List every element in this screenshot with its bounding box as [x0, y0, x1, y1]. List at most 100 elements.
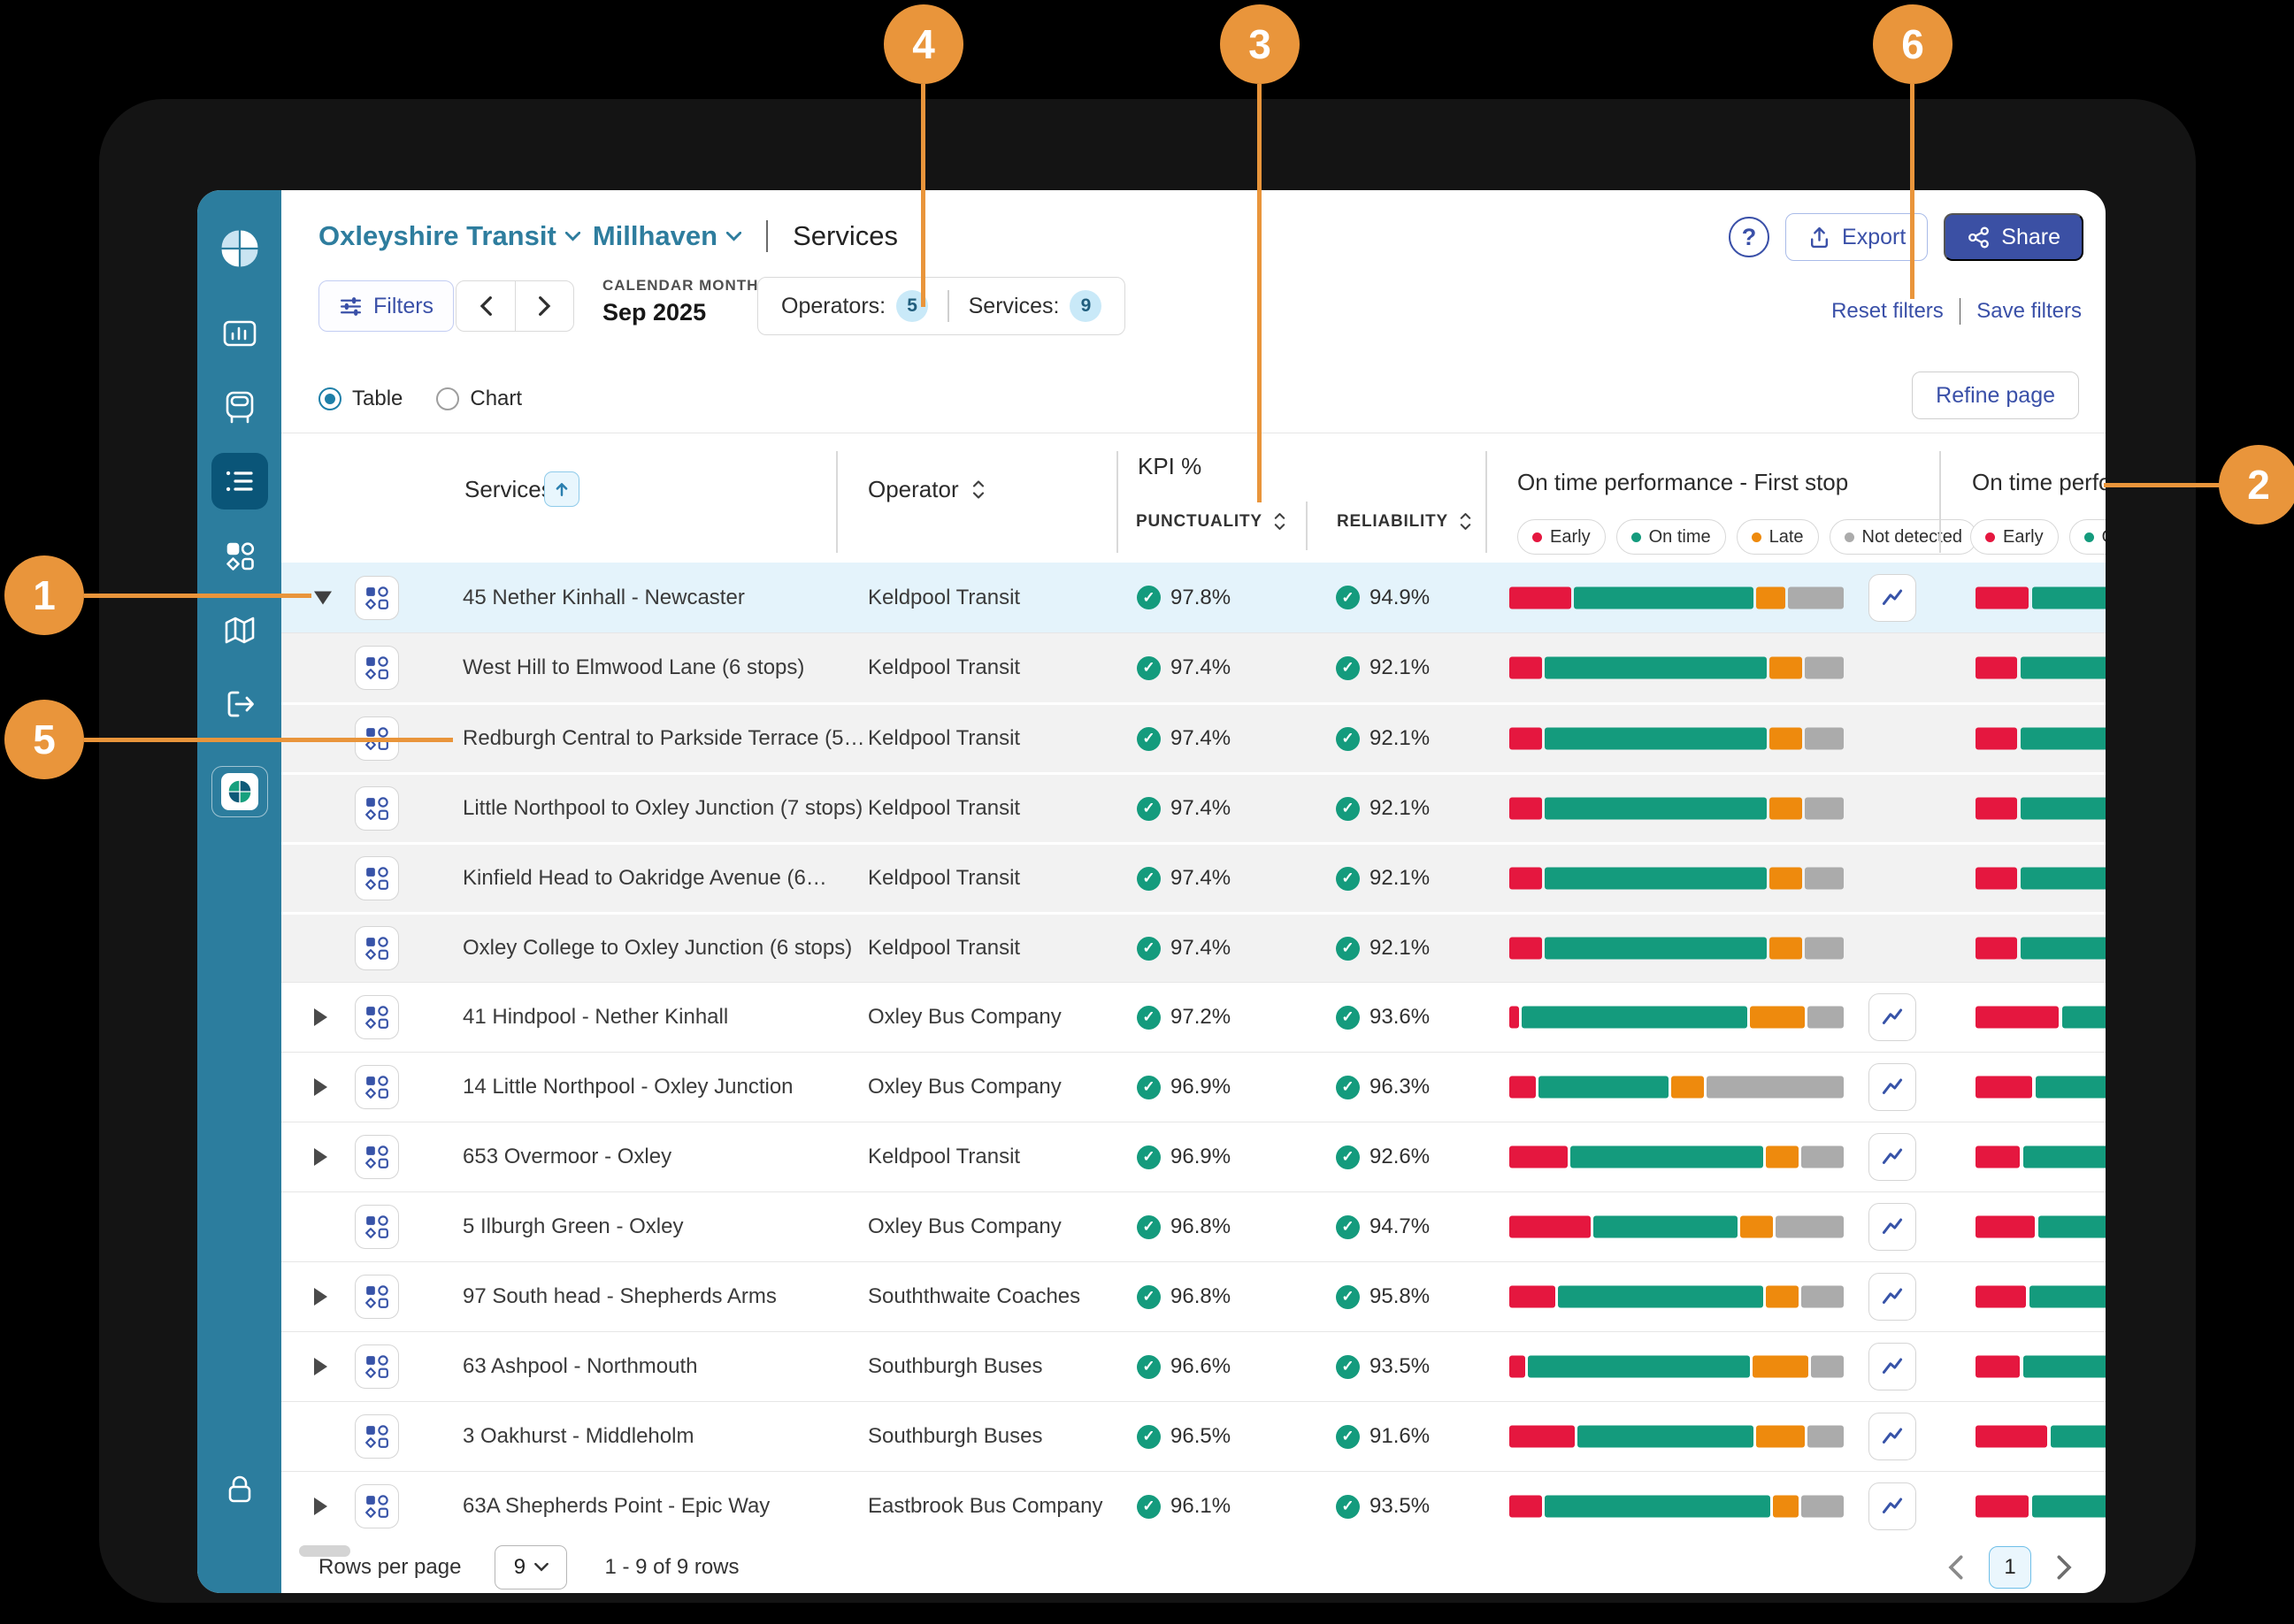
- previous-month-button[interactable]: [456, 281, 515, 331]
- bar-segment: [1769, 868, 1802, 890]
- bar-segment: [2062, 1007, 2106, 1029]
- column-header-punctuality[interactable]: PUNCTUALITY: [1136, 510, 1286, 532]
- sort-ascending-button[interactable]: [544, 471, 579, 507]
- expander-icon[interactable]: [314, 1008, 327, 1026]
- table-row[interactable]: 97 South head - Shepherds Arms Souththwa…: [281, 1261, 2106, 1331]
- sidebar-item-apps[interactable]: [220, 537, 259, 576]
- table-row[interactable]: 5 Ilburgh Green - Oxley Oxley Bus Compan…: [281, 1191, 2106, 1261]
- otp-first-stop-bar: [1509, 868, 1844, 890]
- bar-segment: [1509, 1007, 1519, 1029]
- expander-icon[interactable]: [314, 1498, 327, 1515]
- trend-button[interactable]: [1868, 574, 1916, 622]
- refine-page-button[interactable]: Refine page: [1912, 372, 2079, 419]
- bar-segment: [1807, 1007, 1844, 1029]
- region-selector[interactable]: Millhaven: [593, 220, 741, 252]
- export-button[interactable]: Export: [1785, 213, 1928, 261]
- bar-segment: [1769, 728, 1802, 750]
- check-icon: ✓: [1336, 1076, 1360, 1099]
- rows-per-page-select[interactable]: 9: [495, 1545, 567, 1590]
- table-row[interactable]: 45 Nether Kinhall - Newcaster Keldpool T…: [281, 563, 2106, 632]
- save-filters-link[interactable]: Save filters: [1976, 299, 2082, 324]
- table-row[interactable]: 63A Shepherds Point - Epic Way Eastbrook…: [281, 1471, 2106, 1541]
- bar-segment: [1509, 1496, 1542, 1518]
- check-icon: ✓: [1137, 937, 1161, 961]
- bar-segment: [1805, 868, 1844, 890]
- pagination: 1: [1946, 1546, 2074, 1589]
- previous-page-button[interactable]: [1946, 1554, 1964, 1581]
- operator-name: Keldpool Transit: [868, 1145, 1020, 1169]
- sidebar-item-services[interactable]: [211, 453, 268, 509]
- operator-name: Southburgh Buses: [868, 1354, 1042, 1379]
- sidebar-item-map[interactable]: [220, 611, 259, 650]
- share-label: Share: [2001, 225, 2060, 250]
- column-header-services[interactable]: Services: [464, 476, 553, 503]
- trend-button[interactable]: [1868, 1482, 1916, 1530]
- expander-icon[interactable]: [314, 1148, 327, 1166]
- filters-button[interactable]: Filters: [318, 280, 454, 332]
- sidebar-item-workspace[interactable]: [211, 766, 268, 817]
- bar-segment: [1773, 1496, 1799, 1518]
- trend-button[interactable]: [1868, 1273, 1916, 1321]
- sparkline-icon: [1878, 1283, 1907, 1311]
- column-header-operator[interactable]: Operator: [868, 476, 986, 503]
- check-icon: ✓: [1137, 656, 1161, 680]
- bar-segment: [1753, 1356, 1808, 1378]
- reset-filters-link[interactable]: Reset filters: [1831, 299, 1944, 324]
- next-month-button[interactable]: [515, 281, 573, 331]
- bar-segment: [1766, 1286, 1799, 1308]
- expander-icon[interactable]: [314, 591, 332, 604]
- expander-icon[interactable]: [314, 1288, 327, 1306]
- reliability-cell: ✓ 92.1%: [1336, 726, 1430, 751]
- punctuality-value: 97.8%: [1170, 586, 1231, 610]
- bar-segment: [1545, 728, 1767, 750]
- view-radio-chart[interactable]: Chart: [436, 387, 522, 411]
- reliability-value: 95.8%: [1369, 1284, 1430, 1309]
- table-row[interactable]: 41 Hindpool - Nether Kinhall Oxley Bus C…: [281, 982, 2106, 1052]
- table-row[interactable]: Redburgh Central to Parkside Terrace (5……: [281, 702, 2106, 772]
- operators-label: Operators:: [781, 294, 886, 319]
- page-number-button[interactable]: 1: [1989, 1546, 2031, 1589]
- chevron-down-icon: [726, 232, 741, 241]
- trend-button[interactable]: [1868, 993, 1916, 1041]
- punctuality-value: 97.4%: [1170, 866, 1231, 891]
- sidebar-item-vehicles[interactable]: [220, 387, 259, 426]
- sparkline-icon: [1878, 584, 1907, 612]
- table-row[interactable]: Kinfield Head to Oakridge Avenue (6… Kel…: [281, 842, 2106, 912]
- expander-icon[interactable]: [314, 1358, 327, 1375]
- bar-segment: [1509, 1146, 1568, 1168]
- table-row[interactable]: 653 Overmoor - Oxley Keldpool Transit ✓ …: [281, 1122, 2106, 1191]
- table-row[interactable]: Oxley College to Oxley Junction (6 stops…: [281, 912, 2106, 982]
- bar-segment: [1509, 1426, 1575, 1448]
- trend-button[interactable]: [1868, 1063, 1916, 1111]
- bar-segment: [1805, 938, 1844, 960]
- otp-legend: Early On time Late Not detected: [1517, 519, 1977, 555]
- trend-button[interactable]: [1868, 1343, 1916, 1390]
- table-row[interactable]: Little Northpool to Oxley Junction (7 st…: [281, 772, 2106, 842]
- help-button[interactable]: ?: [1729, 217, 1769, 257]
- table-row[interactable]: West Hill to Elmwood Lane (6 stops) Keld…: [281, 632, 2106, 702]
- sidebar-item-logout[interactable]: [220, 685, 259, 724]
- trend-button[interactable]: [1868, 1133, 1916, 1181]
- operator-name: Southburgh Buses: [868, 1424, 1042, 1449]
- punctuality-cell: ✓ 97.8%: [1137, 586, 1231, 610]
- otp-second-bar: [1976, 1146, 2106, 1168]
- next-page-button[interactable]: [2056, 1554, 2074, 1581]
- trend-button[interactable]: [1868, 1203, 1916, 1251]
- share-button[interactable]: Share: [1944, 213, 2083, 261]
- on-time-dot-icon: [2084, 532, 2094, 542]
- otp-first-stop-bar: [1509, 1426, 1844, 1448]
- table-row[interactable]: 63 Ashpool - Northmouth Southburgh Buses…: [281, 1331, 2106, 1401]
- scope-summary-chip[interactable]: Operators: 5 Services: 9: [757, 277, 1125, 335]
- column-header-reliability[interactable]: RELIABILITY: [1337, 510, 1472, 532]
- filters-label: Filters: [373, 294, 433, 319]
- table-row[interactable]: 14 Little Northpool - Oxley Junction Oxl…: [281, 1052, 2106, 1122]
- view-radio-table[interactable]: Table: [318, 387, 403, 411]
- sidebar-item-analytics[interactable]: [220, 314, 259, 353]
- table-row[interactable]: 3 Oakhurst - Middleholm Southburgh Buses…: [281, 1401, 2106, 1471]
- org-selector[interactable]: Oxleyshire Transit: [318, 220, 580, 252]
- expander-icon[interactable]: [314, 1078, 327, 1096]
- bar-segment: [1671, 1076, 1704, 1099]
- service-name: 63A Shepherds Point - Epic Way: [463, 1494, 770, 1519]
- bar-segment: [1574, 586, 1753, 609]
- trend-button[interactable]: [1868, 1413, 1916, 1460]
